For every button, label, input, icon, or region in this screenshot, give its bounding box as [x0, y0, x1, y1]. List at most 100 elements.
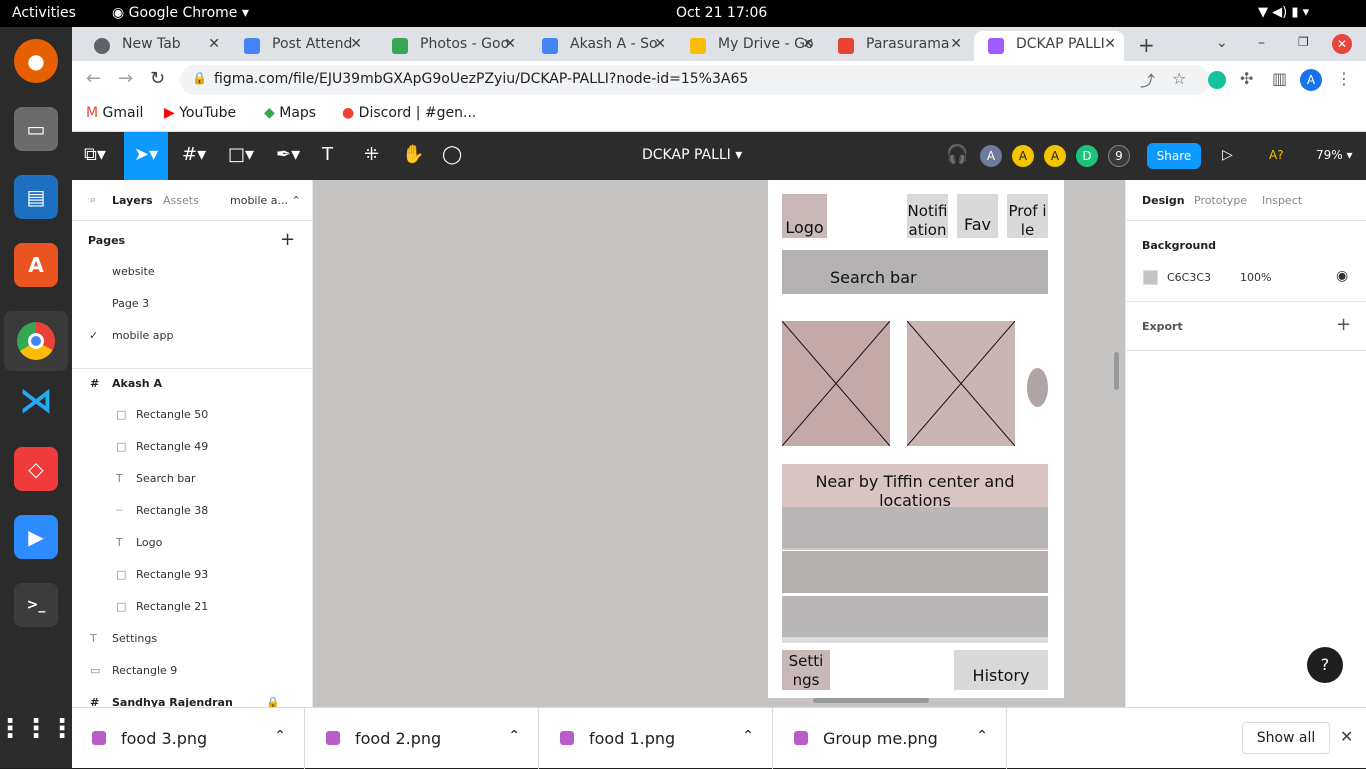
help-button[interactable]: ? — [1307, 647, 1343, 683]
image-placeholder-2[interactable] — [907, 321, 1015, 446]
tab-gmail[interactable]: Parasurama ✕ — [824, 31, 970, 61]
tab-search-chevron-icon[interactable]: ⌄ — [1216, 35, 1228, 51]
close-icon[interactable]: ✕ — [654, 36, 666, 52]
avatar[interactable]: A — [980, 145, 1002, 167]
text-tool-icon[interactable]: T — [322, 144, 333, 165]
page-item-mobile-app[interactable]: ✓ mobile app — [72, 320, 312, 352]
clock[interactable]: Oct 21 17:06 — [676, 5, 767, 21]
frame-tool-icon[interactable]: #▾ — [182, 144, 206, 165]
layer-frame-akash[interactable]: # Akash A — [72, 368, 312, 400]
share-page-icon[interactable]: ⤴ — [1140, 70, 1155, 91]
profile-avatar[interactable]: A — [1300, 69, 1322, 91]
chevron-up-icon[interactable]: ⌃ — [742, 728, 754, 744]
app-menu[interactable]: ◉ Google Chrome ▾ — [112, 5, 249, 21]
tab-photos[interactable]: Photos - Goo ✕ — [378, 31, 524, 61]
close-window-icon[interactable]: ✕ — [1332, 34, 1352, 54]
tab-post-attend[interactable]: Post Attend ✕ — [230, 31, 370, 61]
layer-rectangle-50[interactable]: □ Rectangle 50 — [72, 399, 312, 431]
search-icon[interactable]: ⌕ — [90, 193, 96, 207]
app-store-icon[interactable]: A — [14, 243, 58, 287]
file-name[interactable]: DCKAP PALLI ▾ — [642, 147, 742, 163]
close-icon[interactable]: ✕ — [504, 36, 516, 52]
list-item[interactable] — [782, 507, 1048, 550]
layer-rectangle-93[interactable]: □ Rectangle 93 — [72, 559, 312, 591]
system-tray-icons[interactable]: ▼ ◀) ▮ ▾ — [1258, 5, 1309, 20]
fav-box[interactable]: Fav — [957, 194, 998, 238]
show-all-button[interactable]: Show all — [1242, 722, 1330, 754]
tab-design[interactable]: Design — [1142, 194, 1185, 207]
move-tool-icon[interactable]: ➤▾ — [124, 132, 168, 180]
settings-box[interactable]: Setti ngs — [782, 650, 830, 690]
tab-akash-doc[interactable]: Akash A - So ✕ — [528, 31, 674, 61]
bookmark-gmail[interactable]: M Gmail — [86, 105, 143, 121]
chrome-menu-icon[interactable]: ⋮ — [1336, 69, 1352, 88]
more-users-count[interactable]: 9 — [1108, 145, 1130, 167]
zoom-icon[interactable]: ▶ — [14, 515, 58, 559]
profile-box[interactable]: Prof ile — [1007, 194, 1048, 239]
grammarly-icon[interactable] — [1208, 71, 1226, 89]
layer-rectangle-9[interactable]: ▭ Rectangle 9 — [72, 655, 312, 687]
extensions-icon[interactable]: ✣ — [1240, 69, 1253, 88]
notification-box[interactable]: Notifi ation — [907, 194, 948, 239]
page-item-website[interactable]: website — [72, 256, 312, 288]
nearby-heading-box[interactable]: Near by Tiffin center and locations — [782, 464, 1048, 510]
background-hex-input[interactable]: C6C3C3 — [1167, 271, 1211, 284]
hand-tool-icon[interactable]: ✋ — [402, 144, 424, 165]
reload-icon[interactable]: ↻ — [150, 68, 165, 89]
horizontal-scrollbar[interactable] — [813, 698, 929, 703]
maximize-icon[interactable]: ❐ — [1298, 35, 1309, 49]
files-icon[interactable]: ▭ — [14, 107, 58, 151]
comment-tool-icon[interactable]: ◯ — [442, 144, 462, 165]
chevron-up-icon[interactable]: ⌃ — [508, 728, 520, 744]
download-item[interactable]: food 1.png ⌃ — [540, 708, 773, 769]
close-icon[interactable]: ✕ — [1104, 36, 1116, 52]
page-item-page-3[interactable]: Page 3 — [72, 288, 312, 320]
vscode-icon[interactable]: ⋊ — [14, 379, 58, 423]
layer-search-bar[interactable]: T Search bar — [72, 463, 312, 495]
visibility-eye-icon[interactable]: ◉ — [1336, 268, 1348, 284]
chevron-up-icon[interactable]: ⌃ — [976, 728, 988, 744]
firefox-icon[interactable]: ● — [14, 39, 58, 83]
avatar[interactable]: A — [1012, 145, 1034, 167]
close-icon[interactable]: ✕ — [950, 36, 962, 52]
figma-menu-icon[interactable]: ⧉▾ — [84, 144, 106, 165]
layer-settings[interactable]: T Settings — [72, 623, 312, 655]
add-export-plus-icon[interactable]: + — [1336, 314, 1351, 335]
present-play-icon[interactable]: ▷ — [1222, 147, 1233, 163]
back-icon[interactable]: ← — [86, 68, 101, 89]
forward-icon[interactable]: → — [118, 68, 133, 89]
pen-tool-icon[interactable]: ✒▾ — [276, 144, 300, 165]
bookmark-discord[interactable]: ● Discord | #gen... — [342, 105, 476, 121]
avatar[interactable]: A — [1044, 145, 1066, 167]
mobile-frame-akash[interactable]: Logo Notifi ation Fav Prof ile Search ba… — [768, 180, 1064, 698]
download-item[interactable]: Group me.png ⌃ — [774, 708, 1007, 769]
new-tab-plus-icon[interactable]: + — [1138, 33, 1155, 57]
writer-icon[interactable]: ▤ — [14, 175, 58, 219]
activities-button[interactable]: Activities — [12, 5, 76, 21]
tab-inspect[interactable]: Inspect — [1262, 194, 1302, 207]
tab-layers[interactable]: Layers — [112, 194, 153, 207]
layer-rectangle-38[interactable]: ┈ Rectangle 38 — [72, 495, 312, 527]
close-icon[interactable]: ✕ — [802, 36, 814, 52]
download-item[interactable]: food 2.png ⌃ — [306, 708, 539, 769]
search-bar-box[interactable]: Search bar — [782, 250, 1048, 294]
background-swatch[interactable] — [1143, 270, 1158, 285]
vertical-scrollbar[interactable] — [1114, 352, 1119, 390]
tab-my-drive[interactable]: My Drive - Go ✕ — [676, 31, 822, 61]
layer-rectangle-21[interactable]: □ Rectangle 21 — [72, 591, 312, 623]
resources-icon[interactable]: ⁜ — [364, 144, 379, 165]
image-placeholder-1[interactable] — [782, 321, 890, 446]
tab-figma-active[interactable]: DCKAP PALLI ✕ — [974, 31, 1124, 61]
close-downloads-icon[interactable]: ✕ — [1340, 727, 1353, 746]
page-selector[interactable]: mobile a... ⌃ — [230, 194, 301, 207]
address-bar[interactable]: 🔒 figma.com/file/EJU39mbGXApG9oUezPZyiu/… — [180, 65, 1210, 95]
chrome-dock-icon[interactable] — [4, 311, 68, 371]
anydesk-icon[interactable]: ◇ — [14, 447, 58, 491]
lock-icon[interactable]: 🔒 — [266, 696, 280, 707]
bookmark-youtube[interactable]: ▶ YouTube — [164, 105, 236, 121]
show-apps-icon[interactable]: ⋮⋮⋮ — [0, 707, 75, 751]
tab-new-tab[interactable]: New Tab ✕ — [80, 31, 228, 61]
chevron-up-icon[interactable]: ⌃ — [274, 728, 286, 744]
shape-tool-icon[interactable]: □▾ — [228, 144, 254, 165]
minimize-icon[interactable]: – — [1258, 35, 1265, 51]
